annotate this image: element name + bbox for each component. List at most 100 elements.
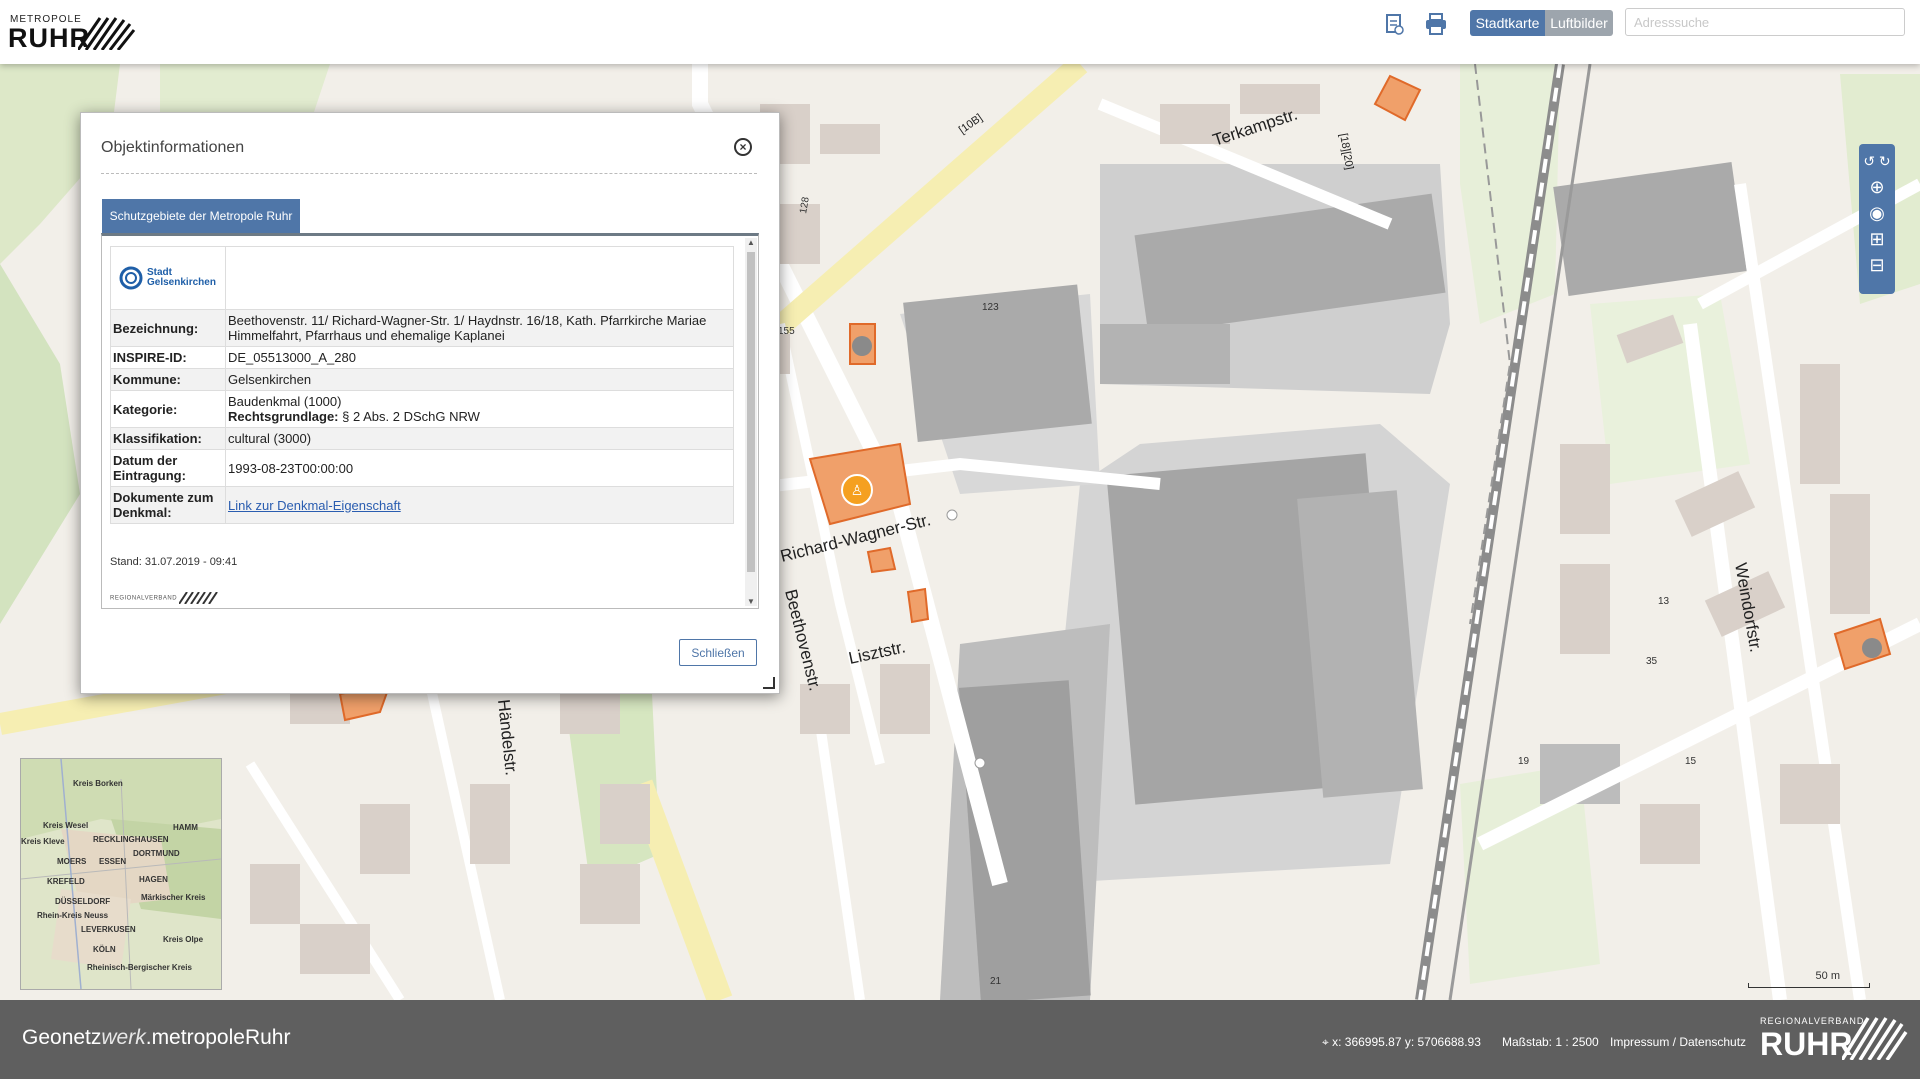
undo-redo-icon[interactable]: ↺ ↻ <box>1859 148 1895 174</box>
inset-label: ESSEN <box>99 857 127 866</box>
metropole-ruhr-logo[interactable]: METROPOLE RUHR <box>8 14 136 53</box>
table-row: Dokumente zum Denkmal: Link zur Denkmal-… <box>110 486 734 524</box>
row-value: Gelsenkirchen <box>225 368 734 391</box>
globe-icon[interactable]: ◉ <box>1859 200 1895 226</box>
crosshair-icon: ⌖ <box>1322 1035 1329 1049</box>
footer-bar: Geonetzwerk.metropoleRuhr ⌖ x: 366995.87… <box>0 1000 1920 1079</box>
row-value: Baudenkmal (1000) Rechtsgrundlage: § 2 A… <box>225 390 734 428</box>
table-row: Stadt Gelsenkirchen <box>110 246 734 310</box>
coordinates-text: x: 366995.87 y: 5706688.93 <box>1332 1035 1481 1049</box>
object-info-dialog: Objektinformationen × Schutzgebiete der … <box>80 112 780 694</box>
inset-label: Kreis Olpe <box>163 935 204 944</box>
inset-label: Rheinisch-Bergischer Kreis <box>87 963 192 972</box>
inset-label: Kreis Wesel <box>43 821 89 830</box>
zoom-extend-icon[interactable]: ⊞ <box>1859 226 1895 252</box>
close-icon[interactable]: × <box>734 138 752 156</box>
gelsenkirchen-logo-text: Stadt Gelsenkirchen <box>147 268 216 288</box>
inset-label: DÜSSELDORF <box>55 897 111 906</box>
inset-label: KÖLN <box>93 945 116 954</box>
table-row: INSPIRE-ID: DE_05513000_A_280 <box>110 346 734 369</box>
table-row: Bezeichnung: Beethovenstr. 11/ Richard-W… <box>110 309 734 347</box>
info-scrollbar[interactable]: ▲ ▼ <box>745 238 757 606</box>
header-bar: METROPOLE RUHR Stadtkarte Luftbilder <box>0 0 1920 64</box>
brand-prefix: Geonetz <box>22 1026 102 1049</box>
dialog-divider <box>101 173 757 174</box>
scale-bar: 50 m <box>1748 970 1870 988</box>
house-number: 15 <box>1685 756 1697 767</box>
scroll-thumb[interactable] <box>747 252 755 572</box>
zoom-in-icon[interactable]: ⊕ <box>1859 174 1895 200</box>
inset-label: DORTMUND <box>133 849 180 858</box>
house-number: 35 <box>1646 656 1658 667</box>
denkmal-link[interactable]: Link zur Denkmal-Eigenschaft <box>228 498 401 513</box>
document-icon[interactable] <box>1382 12 1406 36</box>
print-icon[interactable] <box>1424 12 1448 36</box>
regionalverband-small-logo: REGIONALVERBAND <box>110 591 225 605</box>
scroll-down-icon[interactable]: ▼ <box>745 597 757 606</box>
brand-italic: werk <box>101 1026 146 1049</box>
row-value: 1993-08-23T00:00:00 <box>225 449 734 487</box>
inset-label: HAMM <box>173 823 198 832</box>
scale-bar-line <box>1748 983 1870 988</box>
street-label: Beethovenstr. <box>781 587 825 692</box>
tab-stadtkarte[interactable]: Stadtkarte <box>1470 10 1545 36</box>
inset-label: LEVERKUSEN <box>81 925 136 934</box>
gelsenkirchen-emblem-icon <box>119 266 143 290</box>
gelsenkirchen-logo: Stadt Gelsenkirchen <box>113 250 223 306</box>
house-number: 19 <box>1518 756 1530 767</box>
house-number: 155 <box>778 326 795 337</box>
inset-label: Rhein-Kreis Neuss <box>37 911 109 920</box>
row-value: cultural (3000) <box>225 427 734 450</box>
logo-text-gelsenkirchen: Gelsenkirchen <box>147 277 216 288</box>
overview-map-graphics <box>21 759 221 989</box>
scroll-up-icon[interactable]: ▲ <box>745 238 757 247</box>
rechtsgrundlage-label: Rechtsgrundlage: <box>228 409 339 424</box>
overview-map[interactable]: Kreis Borken Kreis Wesel RECKLINGHAUSEN … <box>20 758 222 990</box>
svg-text:♙: ♙ <box>851 483 864 499</box>
table-row: Kommune: Gelsenkirchen <box>110 368 734 391</box>
kategorie-value: Baudenkmal (1000) <box>228 394 342 409</box>
inset-label: Kreis Borken <box>73 779 123 788</box>
row-value: Beethovenstr. 11/ Richard-Wagner-Str. 1/… <box>225 309 734 347</box>
row-label: Kommune: <box>110 368 226 391</box>
zoom-out-icon[interactable]: ⊟ <box>1859 252 1895 278</box>
row-label: Bezeichnung: <box>110 309 226 347</box>
row-label: Kategorie: <box>110 390 226 428</box>
regionalverband-ruhr-logo[interactable]: REGIONALVERBAND RUHR <box>1760 1016 1910 1066</box>
street-label: Händelstr. <box>494 698 521 776</box>
table-row: Kategorie: Baudenkmal (1000) Rechtsgrund… <box>110 390 734 428</box>
row-label: Datum der Eintragung: <box>110 449 226 487</box>
street-label: Lisztstr. <box>847 637 907 668</box>
house-number: 13 <box>1658 596 1670 607</box>
coordinates-display: ⌖ x: 366995.87 y: 5706688.93 <box>1322 1035 1481 1050</box>
geonetzwerk-brand: Geonetzwerk.metropoleRuhr <box>22 1026 290 1050</box>
house-number: 21 <box>990 976 1002 987</box>
scale-bar-label: 50 m <box>1815 970 1840 982</box>
info-table: Stadt Gelsenkirchen Bezeichnung: Beethov… <box>110 246 734 524</box>
brand-suffix: .metropoleRuhr <box>145 1026 291 1049</box>
inset-label: Märkischer Kreis <box>141 893 206 902</box>
inset-label: KREFELD <box>47 877 85 886</box>
gelsenkirchen-logo-cell: Stadt Gelsenkirchen <box>110 246 226 310</box>
rvr-big-text: RUHR <box>1760 1026 1853 1062</box>
impressum-link[interactable]: Impressum / Datenschutz <box>1610 1035 1746 1049</box>
inset-label: HAGEN <box>139 875 168 884</box>
house-number: 123 <box>982 302 999 313</box>
tab-luftbilder[interactable]: Luftbilder <box>1545 10 1613 36</box>
rvr-stripes-icon <box>1842 1017 1908 1060</box>
dialog-title: Objektinformationen <box>101 139 245 156</box>
street-label: [10B] <box>957 112 985 137</box>
map-toolbar: ↺ ↻ ⊕ ◉ ⊞ ⊟ <box>1859 144 1895 294</box>
stand-timestamp: Stand: 31.07.2019 - 09:41 <box>110 556 238 568</box>
empty-cell <box>225 246 734 310</box>
row-label: Klassifikation: <box>110 427 226 450</box>
resize-handle-icon[interactable] <box>763 677 775 689</box>
inset-label: Kreis Kleve <box>21 837 65 846</box>
inset-label: MOERS <box>57 857 87 866</box>
row-label: Dokumente zum Denkmal: <box>110 486 226 524</box>
tab-schutzgebiete[interactable]: Schutzgebiete der Metropole Ruhr <box>102 199 300 233</box>
row-label: INSPIRE-ID: <box>110 346 226 369</box>
close-button[interactable]: Schließen <box>679 639 757 666</box>
address-search-input[interactable] <box>1625 8 1905 36</box>
rechtsgrundlage-value: § 2 Abs. 2 DSchG NRW <box>342 409 480 424</box>
